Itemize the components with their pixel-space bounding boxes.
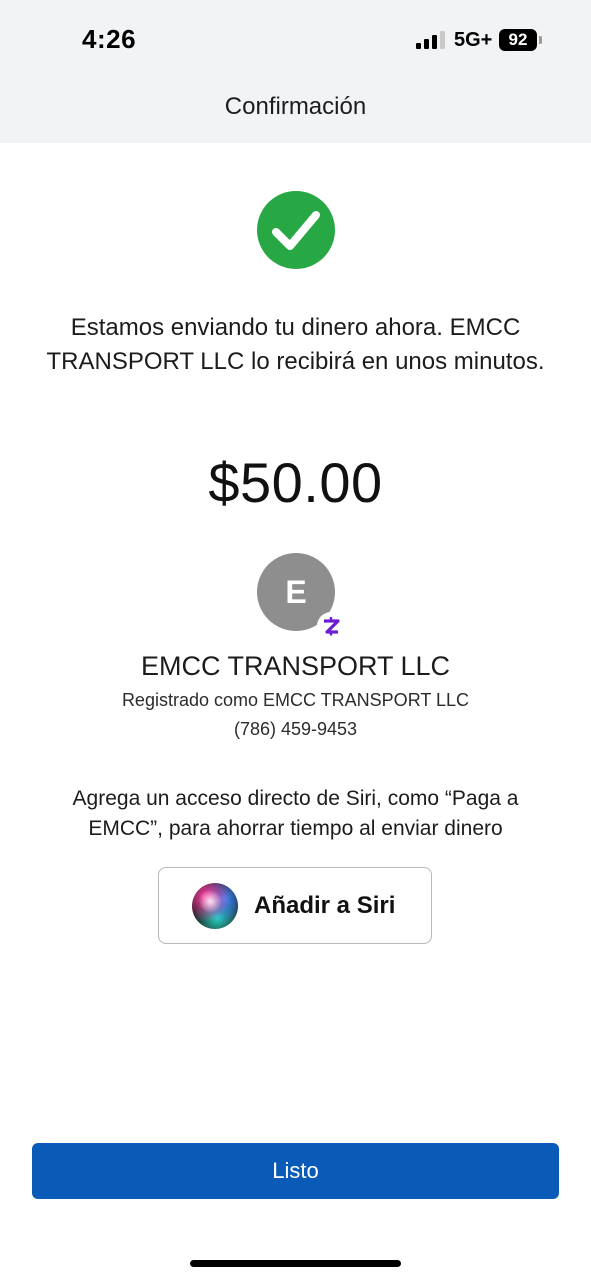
recipient-name: EMCC TRANSPORT LLC (140, 651, 451, 681)
zelle-badge (317, 612, 345, 640)
add-to-siri-button[interactable]: Añadir a Siri (158, 867, 432, 944)
cellular-signal-icon (416, 31, 445, 49)
amount-sent: $50.00 (208, 451, 383, 514)
zelle-icon (324, 617, 340, 636)
page-title: Confirmación (224, 93, 367, 120)
home-indicator[interactable] (190, 1260, 401, 1267)
check-circle-icon (257, 191, 335, 269)
header-area: 4:26 5G+ 92 Confirmación (0, 0, 591, 143)
battery-level: 92 (499, 29, 537, 51)
status-bar: 4:26 5G+ 92 (0, 0, 591, 80)
battery-icon: 92 (499, 29, 543, 51)
confirmation-message: Estamos enviando tu dinero ahora. EMCC T… (46, 314, 545, 375)
recipient-phone: (786) 459-9453 (233, 719, 358, 739)
add-to-siri-label: Añadir a Siri (254, 892, 396, 919)
status-time: 4:26 (82, 24, 137, 54)
network-type-label: 5G+ (454, 29, 493, 51)
battery-nub (539, 36, 542, 44)
done-button[interactable]: Listo (32, 1143, 559, 1199)
recipient-registered-as: Registrado como EMCC TRANSPORT LLC (121, 690, 470, 710)
siri-shortcut-prompt: Agrega un acceso directo de Siri, como “… (72, 787, 519, 840)
siri-icon (192, 883, 238, 929)
